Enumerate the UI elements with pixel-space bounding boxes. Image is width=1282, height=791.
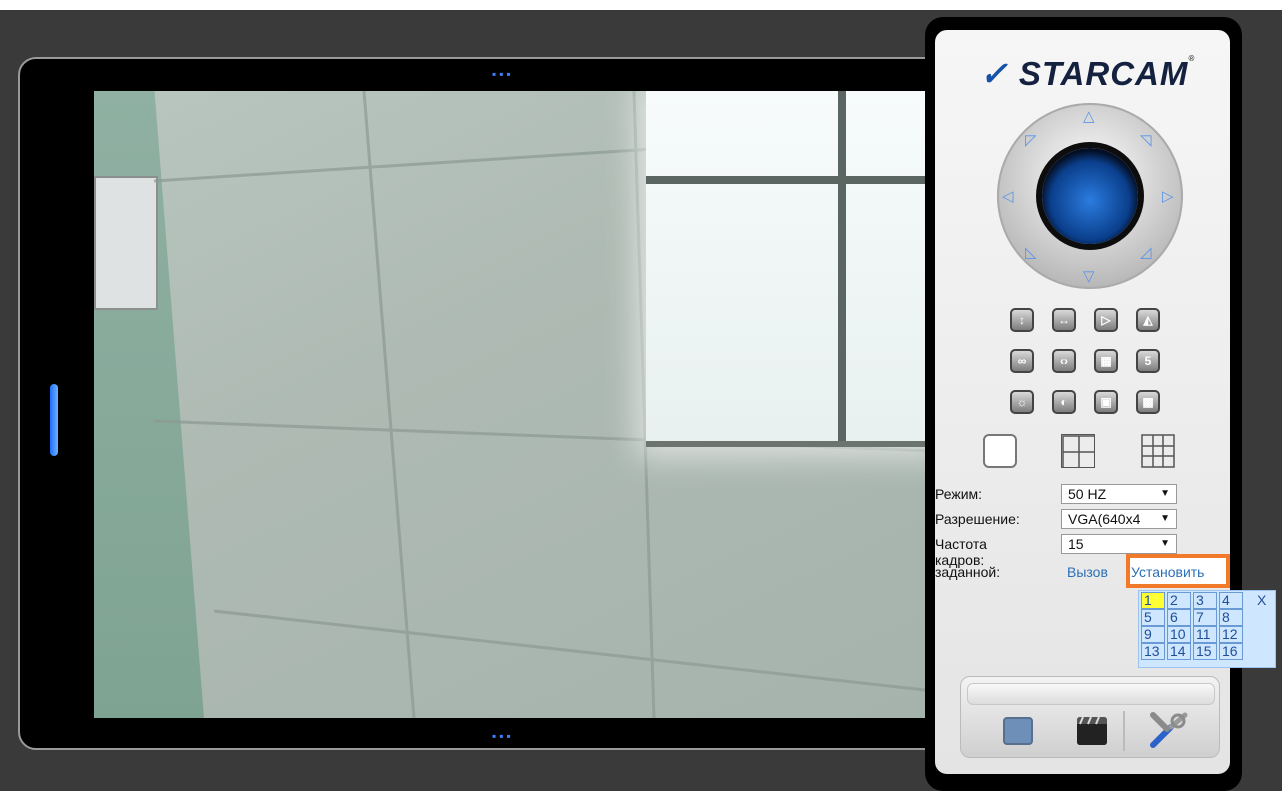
reg-mark: ® [1188,54,1196,63]
ptz-control[interactable]: △ ▽ ◁ ▷ ◸ ◹ ◺ ◿ [997,103,1183,289]
logo-v-icon: ✓ [980,55,1009,92]
video-frame: ▪▪▪ ▪▪▪ [18,57,948,750]
preset-cell-7[interactable]: 7 [1193,609,1217,626]
call-preset-link[interactable]: Вызов [1067,564,1108,580]
bottom-toolbar [960,676,1220,758]
contrast-icon[interactable]: ◐ [1052,390,1076,414]
video-scene-window-bar [838,91,846,441]
color-icon[interactable]: ▩ [1136,390,1160,414]
video-scene-window-bar [646,176,934,184]
ptz-down-right-icon[interactable]: ◿ [1140,245,1152,260]
set-preset-label: Установить [1131,564,1205,580]
preset-cell-5[interactable]: 5 [1141,609,1165,626]
mode-select[interactable]: 50 HZ ▼ [1061,484,1177,504]
code-icon[interactable]: ‹› [1052,349,1076,373]
preset-cell-4[interactable]: 4 [1219,592,1243,609]
ptz-left-icon[interactable]: ◁ [1002,189,1014,204]
preset-5-icon[interactable]: 5 [1136,349,1160,373]
brightness-icon[interactable]: ☼ [1010,390,1034,414]
resolution-label: Разрешение: [935,511,1020,527]
chevron-down-icon: ▼ [1160,538,1170,549]
preset-cell-15[interactable]: 15 [1193,643,1217,660]
preset-cell-10[interactable]: 10 [1167,626,1191,643]
mirror-icon[interactable]: ◭ [1136,308,1160,332]
preset-cell-16[interactable]: 16 [1219,643,1243,660]
handle-dots-bottom[interactable]: ▪▪▪ [492,729,514,743]
ptz-up-icon[interactable]: △ [1083,109,1095,124]
chevron-down-icon: ▼ [1160,488,1170,499]
preset-cell-3[interactable]: 3 [1193,592,1217,609]
ptz-center-lens-icon [1042,148,1138,244]
preset-cell-2[interactable]: 2 [1167,592,1191,609]
bottom-toolbar-strip [967,683,1215,705]
grid-icon[interactable]: ▦ [1094,349,1118,373]
preset-cell-9[interactable]: 9 [1141,626,1165,643]
infinity-icon[interactable]: ∞ [1010,349,1034,373]
four-view-icon[interactable] [1061,434,1095,468]
mode-value: 50 HZ [1068,486,1107,502]
resolution-value: VGA(640x4 [1068,511,1141,527]
settings-tools-icon[interactable] [1147,711,1189,749]
display-icon[interactable]: ▣ [1094,390,1118,414]
ptz-down-icon[interactable]: ▽ [1083,269,1095,284]
flip-right-icon[interactable]: ▷ [1094,308,1118,332]
preset-cell-8[interactable]: 8 [1219,609,1243,626]
fps-select[interactable]: 15 ▼ [1061,534,1177,554]
ptz-right-icon[interactable]: ▷ [1162,189,1174,204]
flip-horizontal-icon[interactable]: ↔ [1052,308,1076,332]
camera-icon[interactable] [1003,717,1033,745]
nine-view-icon[interactable] [1141,434,1175,468]
logo-text: STARCAM [1018,55,1189,92]
handle-dots-top[interactable]: ▪▪▪ [492,67,514,81]
video-scene-window [646,91,934,447]
top-strip [0,0,1282,10]
preset-cell-11[interactable]: 11 [1193,626,1217,643]
ptz-down-left-icon[interactable]: ◺ [1025,245,1037,260]
ptz-up-right-icon[interactable]: ◹ [1140,133,1152,148]
ptz-up-left-icon[interactable]: ◸ [1025,133,1037,148]
close-icon[interactable]: X [1257,592,1266,608]
resolution-select[interactable]: VGA(640x4 ▼ [1061,509,1177,529]
single-view-icon[interactable] [983,434,1017,468]
mode-label: Режим: [935,486,983,502]
preset-cell-14[interactable]: 14 [1167,643,1191,660]
preset-cell-13[interactable]: 13 [1141,643,1165,660]
preset-cell-6[interactable]: 6 [1167,609,1191,626]
fps-value: 15 [1068,536,1084,552]
preset-cell-12[interactable]: 12 [1219,626,1243,643]
toolbar-divider [1123,711,1125,751]
flip-vertical-icon[interactable]: ↕ [1010,308,1034,332]
preset-label: заданной: [935,564,1001,580]
starcam-logo: ✓ STARCAM® [980,54,1195,93]
preset-grid: 1 2 3 4 X 5 6 7 8 9 10 11 12 13 14 15 16 [1138,590,1276,668]
set-preset-button[interactable]: Установить [1126,554,1230,588]
zoom-slider-handle[interactable] [50,384,58,456]
video-stream[interactable] [94,91,934,718]
clapper-icon[interactable] [1077,717,1107,745]
chevron-down-icon: ▼ [1160,513,1170,524]
preset-cell-1[interactable]: 1 [1141,592,1165,609]
